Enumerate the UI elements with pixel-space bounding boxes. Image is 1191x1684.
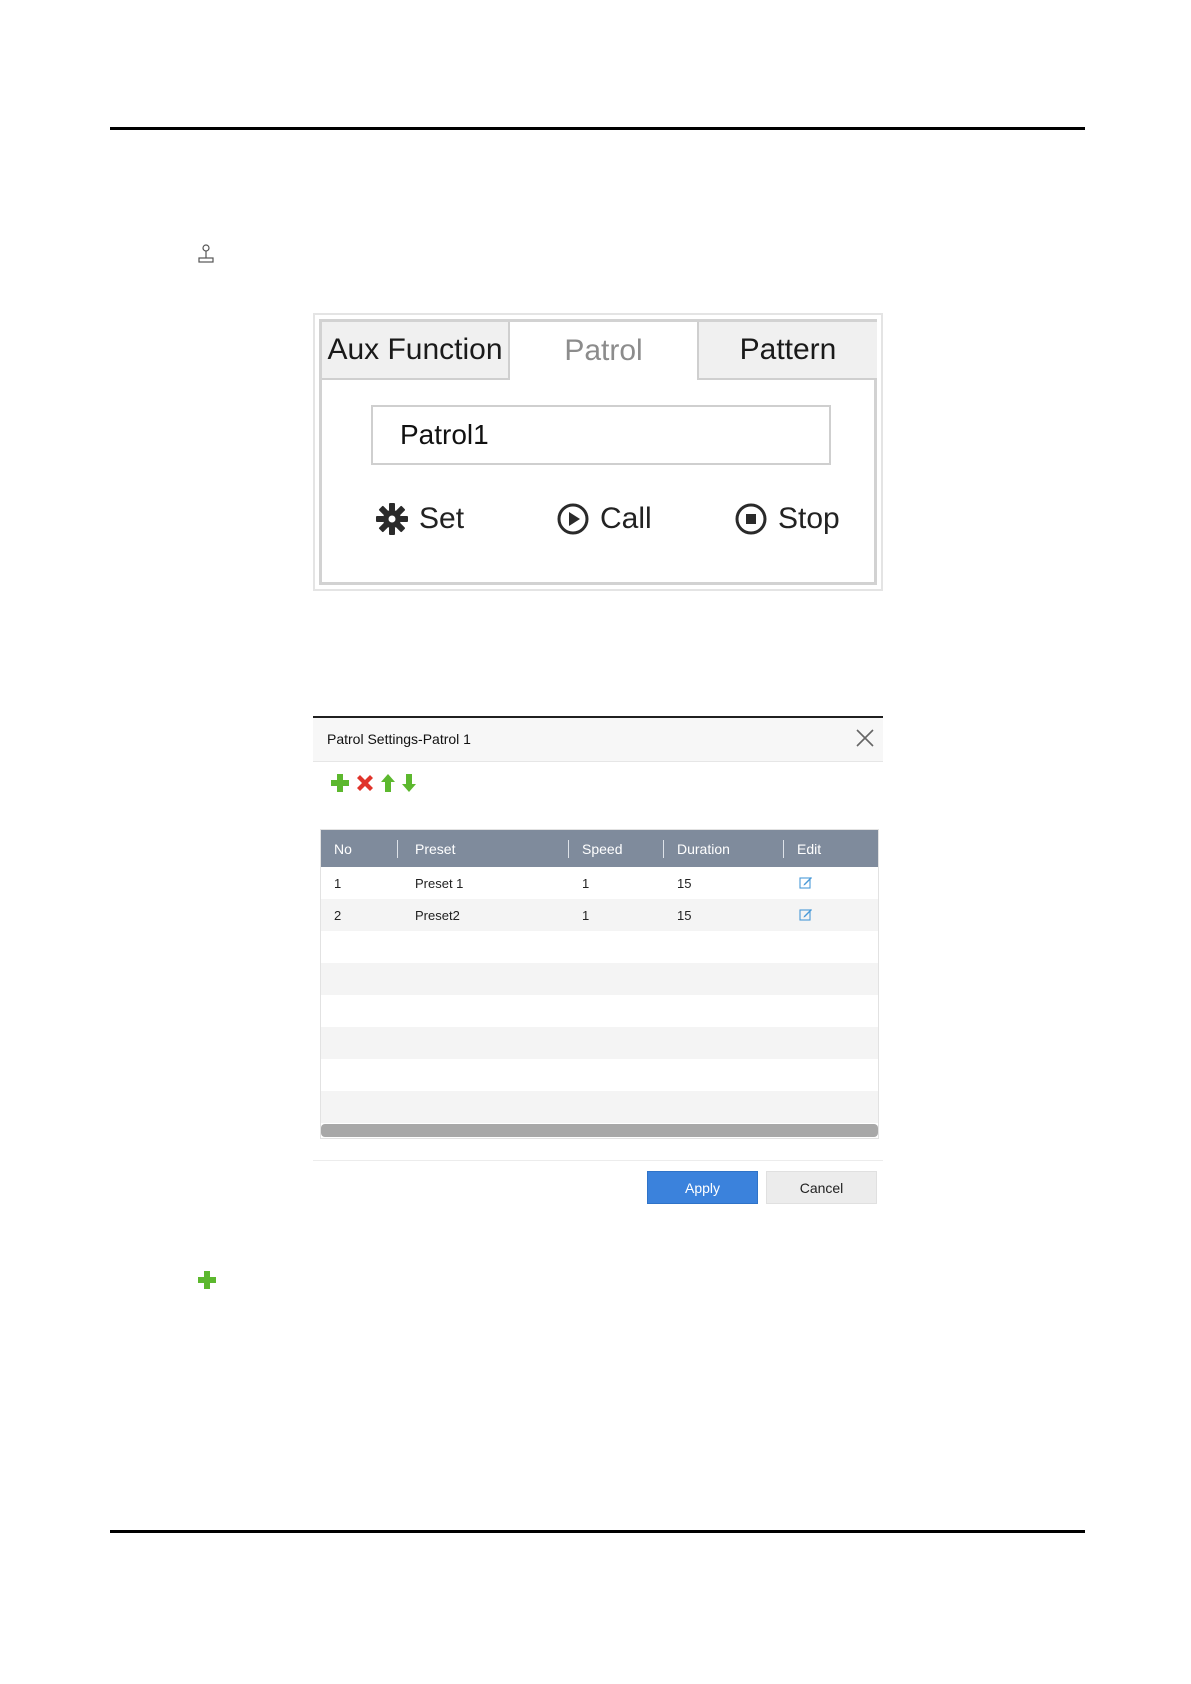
set-label: Set <box>419 502 465 535</box>
move-down-icon[interactable] <box>400 772 418 794</box>
cell-speed: 1 <box>582 908 590 923</box>
header-rule <box>110 127 1085 130</box>
tab-pattern[interactable]: Pattern <box>697 322 877 380</box>
cell-speed: 1 <box>582 876 590 891</box>
apply-button[interactable]: Apply <box>647 1171 758 1204</box>
column-header-preset: Preset <box>415 841 456 857</box>
cancel-button[interactable]: Cancel <box>766 1171 877 1204</box>
column-header-no: No <box>334 841 352 857</box>
dialog-header: Patrol Settings-Patrol 1 <box>313 718 883 762</box>
footer-divider <box>313 1160 883 1161</box>
move-up-icon[interactable] <box>379 772 397 794</box>
table-row-empty <box>321 1027 878 1059</box>
table-row-empty <box>321 931 878 963</box>
stop-label: Stop <box>778 502 840 535</box>
tab-patrol[interactable]: Patrol <box>510 322 697 380</box>
call-label: Call <box>600 502 652 535</box>
edit-icon[interactable] <box>799 875 813 889</box>
cell-no: 2 <box>334 908 342 923</box>
footer-rule <box>110 1530 1085 1533</box>
column-header-edit: Edit <box>797 841 822 857</box>
play-circle-icon <box>557 503 589 535</box>
table-header: No Preset Speed Duration Edit <box>321 830 878 867</box>
table-row-empty <box>321 1091 878 1123</box>
table-row[interactable]: 2 Preset2 1 15 <box>321 899 878 931</box>
column-divider <box>663 840 664 858</box>
cell-duration: 15 <box>677 876 692 891</box>
horizontal-scrollbar[interactable] <box>321 1124 878 1137</box>
cell-preset: Preset 1 <box>415 876 464 891</box>
tab-aux-function[interactable]: Aux Function <box>322 322 510 380</box>
patrol-select[interactable]: Patrol1 <box>371 405 831 465</box>
cell-no: 1 <box>334 876 342 891</box>
preset-table: No Preset Speed Duration Edit 1 Preset 1… <box>320 829 879 1139</box>
set-button[interactable]: Set <box>375 502 464 536</box>
column-header-speed: Speed <box>582 841 623 857</box>
close-icon[interactable] <box>855 728 875 748</box>
patrol-settings-dialog: Patrol Settings-Patrol 1 No Preset Speed… <box>313 716 883 1210</box>
column-header-duration: Duration <box>677 841 730 857</box>
dialog-toolbar <box>329 772 418 794</box>
column-divider <box>397 840 398 858</box>
stop-circle-icon <box>735 503 767 535</box>
ptz-panel-body: Aux Function Patrol Pattern Patrol1 Set … <box>319 319 877 585</box>
add-icon <box>198 1271 216 1289</box>
table-row-empty <box>321 963 878 995</box>
delete-icon[interactable] <box>354 772 376 794</box>
cell-duration: 15 <box>677 908 692 923</box>
table-row-empty <box>321 995 878 1027</box>
cell-preset: Preset2 <box>415 908 460 923</box>
ptz-control-panel: Aux Function Patrol Pattern Patrol1 Set … <box>313 313 883 591</box>
column-divider <box>783 840 784 858</box>
call-button[interactable]: Call <box>556 502 652 536</box>
add-icon[interactable] <box>329 772 351 794</box>
dialog-title: Patrol Settings-Patrol 1 <box>327 731 471 747</box>
column-divider <box>568 840 569 858</box>
edit-icon[interactable] <box>799 907 813 921</box>
table-row[interactable]: 1 Preset 1 1 15 <box>321 867 878 899</box>
table-row-empty <box>321 1059 878 1091</box>
stop-button[interactable]: Stop <box>734 502 840 536</box>
joystick-icon <box>198 244 214 263</box>
gear-icon <box>376 503 408 535</box>
